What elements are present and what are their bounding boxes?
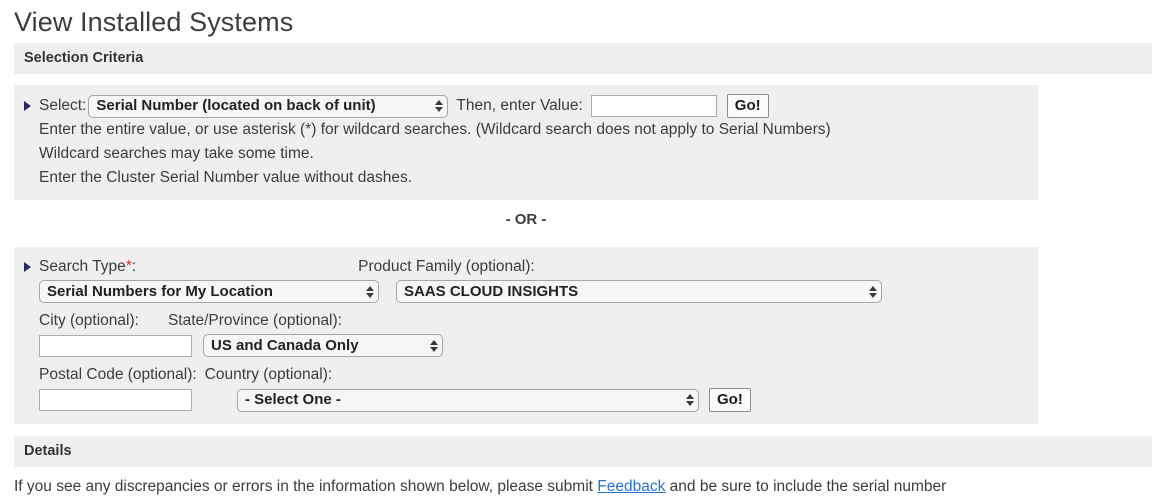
state-select[interactable]: US and Canada Only — [203, 334, 443, 357]
city-label: City (optional): — [39, 310, 139, 332]
search-type-select[interactable]: Serial Numbers for My Location — [39, 280, 379, 303]
details-description: If you see any discrepancies or errors i… — [14, 476, 1152, 498]
search-type-label: Search Type*: — [39, 256, 136, 278]
postal-code-input[interactable] — [39, 389, 192, 411]
chevron-updown-icon — [686, 394, 694, 406]
select-label: Select: — [39, 95, 86, 117]
note-line-2: Wildcard searches may take some time. — [24, 142, 1028, 166]
postal-label: Postal Code (optional): — [39, 364, 197, 386]
product-family-select[interactable]: SAAS CLOUD INSIGHTS — [396, 280, 882, 303]
search-type-select-value: Serial Numbers for My Location — [47, 281, 360, 303]
product-family-label: Product Family (optional): — [358, 256, 535, 278]
selection-criteria-header: Selection Criteria — [14, 43, 1152, 74]
or-divider: - OR - — [14, 200, 1038, 237]
city-state-inputs-row: US and Canada Only — [24, 334, 1028, 357]
details-text-after-link: and be sure to include the serial number — [665, 478, 946, 495]
triangle-bullet-icon — [24, 101, 31, 111]
serial-go-button[interactable]: Go! — [727, 94, 769, 118]
note-line-1: Enter the entire value, or use asterisk … — [24, 118, 1028, 142]
select-row: Select: Serial Number (located on back o… — [24, 94, 1028, 118]
feedback-link[interactable]: Feedback — [597, 478, 665, 495]
product-family-select-value: SAAS CLOUD INSIGHTS — [404, 281, 863, 303]
note-line-3: Enter the Cluster Serial Number value wi… — [24, 166, 1028, 190]
selection-criteria-panel: Select: Serial Number (located on back o… — [14, 85, 1038, 200]
country-select-value: - Select One - — [245, 389, 680, 411]
chevron-updown-icon — [869, 286, 877, 298]
search-form-panel: Search Type*: Product Family (optional):… — [14, 247, 1038, 424]
triangle-bullet-icon — [24, 262, 31, 272]
chevron-updown-icon — [366, 286, 374, 298]
city-state-labels-row: City (optional): State/Province (optiona… — [24, 310, 1028, 332]
location-go-button[interactable]: Go! — [709, 388, 751, 412]
details-header: Details — [14, 436, 1152, 467]
search-type-product-family-selects-row: Serial Numbers for My Location SAAS CLOU… — [24, 280, 1028, 303]
chevron-updown-icon — [430, 340, 438, 352]
then-enter-value-label: Then, enter Value: — [456, 95, 582, 117]
postal-country-labels-row: Postal Code (optional): Country (optiona… — [24, 364, 1028, 386]
postal-country-inputs-row: - Select One - Go! — [24, 388, 1028, 412]
state-select-value: US and Canada Only — [211, 335, 424, 357]
serial-number-type-select-value: Serial Number (located on back of unit) — [96, 95, 429, 117]
serial-number-type-select[interactable]: Serial Number (located on back of unit) — [88, 95, 448, 118]
value-input[interactable] — [591, 95, 717, 117]
city-input[interactable] — [39, 335, 192, 357]
country-label: Country (optional): — [205, 364, 333, 386]
page-title: View Installed Systems — [0, 0, 1152, 39]
chevron-updown-icon — [435, 100, 443, 112]
details-text-before-link: If you see any discrepancies or errors i… — [14, 478, 597, 495]
search-type-product-family-labels-row: Search Type*: Product Family (optional): — [24, 256, 1028, 278]
country-select[interactable]: - Select One - — [237, 389, 699, 412]
state-label: State/Province (optional): — [168, 310, 342, 332]
